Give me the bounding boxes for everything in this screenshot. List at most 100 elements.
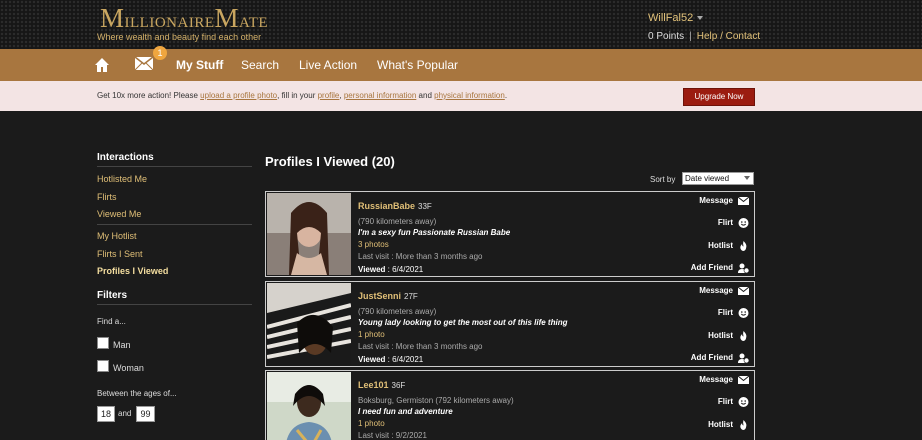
help-contact-link[interactable]: Help / Contact	[697, 31, 760, 42]
upgrade-now-button[interactable]: Upgrade Now	[683, 88, 755, 106]
ages-label: Between the ages of...	[97, 389, 177, 398]
flirt-button[interactable]: Flirt	[669, 397, 749, 419]
upload-photo-link[interactable]: upload a profile photo	[200, 91, 277, 100]
profile-location: (790 kilometers away)	[358, 307, 437, 316]
sidebar-item-flirts-sent[interactable]: Flirts I Sent	[97, 249, 143, 259]
home-icon[interactable]	[94, 57, 110, 73]
smiley-icon	[738, 397, 749, 408]
man-checkbox[interactable]	[97, 337, 109, 349]
sidebar-item-my-hotlist[interactable]: My Hotlist	[97, 231, 137, 241]
sort-label: Sort by	[650, 175, 676, 184]
envelope-icon	[738, 375, 749, 384]
profile-info: Lee101 36F Boksburg, Germiston (792 kilom…	[358, 375, 514, 440]
profile-location: (790 kilometers away)	[358, 217, 437, 226]
sidebar-item-hotlisted-me[interactable]: Hotlisted Me	[97, 174, 147, 184]
points-display: 0 Points	[648, 31, 685, 42]
and-label: and	[118, 409, 132, 418]
profile-photo-count[interactable]: 1 photo	[358, 419, 514, 428]
woman-checkbox[interactable]	[97, 360, 109, 372]
site-header: MillionaireMate Where wealth and beauty …	[0, 0, 922, 49]
nav-whats-popular[interactable]: What's Popular	[377, 58, 458, 72]
profile-actions: Message Flirt Hotlist Add Friend	[669, 286, 749, 375]
profile-last-visit: Last visit : More than 3 months ago	[358, 252, 483, 261]
message-button[interactable]: Message	[669, 375, 749, 397]
add-friend-icon	[738, 263, 749, 273]
age-min-input[interactable]: 18	[97, 406, 115, 422]
flame-icon	[740, 419, 747, 430]
profile-name[interactable]: JustSenni	[358, 291, 401, 301]
profile-info: RussianBabe 33F (790 kilometers away) I'm…	[358, 196, 510, 274]
profile-age: 27F	[404, 292, 418, 301]
profile-link[interactable]: profile	[318, 91, 340, 100]
profile-photo-count[interactable]: 1 photo	[358, 330, 567, 339]
hotlist-button[interactable]: Hotlist	[669, 240, 749, 263]
divider	[97, 224, 252, 225]
filters-heading: Filters	[97, 290, 128, 301]
sidebar-item-viewed-me[interactable]: Viewed Me	[97, 209, 141, 219]
profile-age: 33F	[418, 202, 432, 211]
profile-info: JustSenni 27F (790 kilometers away) Young…	[358, 286, 567, 364]
main-nav: 1 My Stuff Search Live Action What's Pop…	[0, 46, 922, 81]
sidebar-item-profiles-viewed[interactable]: Profiles I Viewed	[97, 266, 168, 276]
caret-down-icon	[697, 16, 704, 21]
age-max-input[interactable]: 99	[136, 406, 155, 422]
hotlist-button[interactable]: Hotlist	[669, 419, 749, 440]
profile-last-visit: Last visit : More than 3 months ago	[358, 342, 483, 351]
profile-photo[interactable]	[267, 372, 351, 440]
chevron-down-icon	[744, 176, 750, 180]
profile-location: Boksburg, Germiston (792 kilometers away…	[358, 396, 514, 405]
flirt-button[interactable]: Flirt	[669, 218, 749, 240]
profile-headline: Young lady looking to get the most out o…	[358, 318, 568, 327]
message-button[interactable]: Message	[669, 196, 749, 218]
profile-headline: I need fun and adventure	[358, 407, 453, 416]
profile-photo[interactable]	[267, 283, 351, 365]
notification-badge: 1	[153, 46, 167, 60]
add-friend-icon	[738, 353, 749, 363]
profile-actions: Message Flirt Hotlist	[669, 375, 749, 440]
account-links: 0 Points | Help / Contact	[648, 31, 760, 42]
flame-icon	[740, 240, 747, 251]
profile-photo[interactable]	[267, 193, 351, 275]
envelope-icon	[738, 286, 749, 295]
username: WillFal52	[648, 12, 694, 24]
separator: |	[689, 31, 692, 42]
profile-actions: Message Flirt Hotlist Add Friend	[669, 196, 749, 285]
flame-icon	[740, 330, 747, 341]
envelope-icon	[738, 196, 749, 205]
page-title: Profiles I Viewed (20)	[265, 154, 395, 169]
banner-text: Get 10x more action! Please upload a pro…	[97, 91, 508, 100]
mail-icon[interactable]	[135, 57, 153, 70]
woman-label: Woman	[113, 363, 144, 373]
divider	[97, 166, 252, 167]
man-label: Man	[113, 340, 131, 350]
smiley-icon	[738, 218, 749, 229]
find-a-label: Find a...	[97, 317, 126, 326]
profile-photo-count[interactable]: 3 photos	[358, 240, 510, 249]
message-button[interactable]: Message	[669, 286, 749, 308]
divider	[97, 304, 252, 305]
nav-search[interactable]: Search	[241, 58, 279, 72]
personal-info-link[interactable]: personal information	[344, 91, 416, 100]
profile-name[interactable]: RussianBabe	[358, 201, 415, 211]
profile-completion-banner: Get 10x more action! Please upload a pro…	[0, 81, 922, 111]
nav-live-action[interactable]: Live Action	[299, 58, 357, 72]
flirt-button[interactable]: Flirt	[669, 308, 749, 330]
profile-age: 36F	[391, 381, 406, 390]
hotlist-button[interactable]: Hotlist	[669, 330, 749, 353]
profile-last-visit: Last visit : 9/2/2021	[358, 431, 427, 440]
interactions-heading: Interactions	[97, 152, 154, 163]
profile-viewed-date: Viewed : 6/4/2021	[358, 265, 424, 274]
profile-name[interactable]: Lee101	[358, 380, 389, 390]
nav-my-stuff[interactable]: My Stuff	[176, 58, 223, 72]
site-tagline: Where wealth and beauty find each other	[97, 32, 262, 42]
user-menu[interactable]: WillFal52	[648, 12, 704, 24]
site-logo[interactable]: MillionaireMate	[100, 3, 268, 34]
sidebar-item-flirts[interactable]: Flirts	[97, 192, 117, 202]
profile-card[interactable]: Lee101 36F Boksburg, Germiston (792 kilom…	[265, 370, 755, 440]
physical-info-link[interactable]: physical information	[434, 91, 505, 100]
sort-select[interactable]: Date viewed	[682, 172, 754, 185]
profile-card[interactable]: JustSenni 27F (790 kilometers away) Young…	[265, 281, 755, 367]
profile-headline: I'm a sexy fun Passionate Russian Babe	[358, 228, 511, 237]
profile-card[interactable]: RussianBabe 33F (790 kilometers away) I'm…	[265, 191, 755, 277]
profile-viewed-date: Viewed : 6/4/2021	[358, 355, 424, 364]
